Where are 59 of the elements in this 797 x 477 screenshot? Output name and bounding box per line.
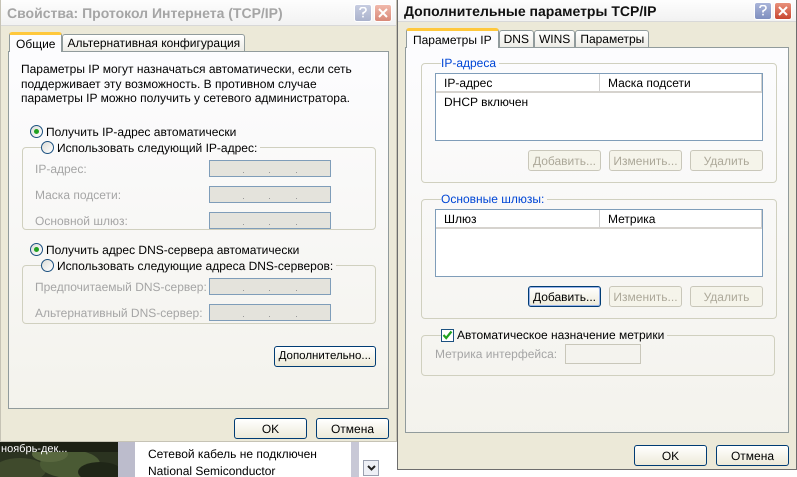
radio-button[interactable] bbox=[30, 243, 43, 256]
chevron-down-icon bbox=[366, 465, 376, 471]
field-label: Маска подсети: bbox=[35, 188, 122, 202]
list-button[interactable]: Добавить... bbox=[528, 286, 601, 307]
tab[interactable]: Альтернативная конфигурация bbox=[62, 34, 246, 51]
thumbnail-caption: ноябрь-дек... bbox=[1, 443, 68, 455]
help-button[interactable] bbox=[754, 2, 772, 20]
checkbox[interactable] bbox=[441, 328, 454, 342]
list-cell[interactable]: DHCP включен bbox=[444, 95, 608, 109]
list-item[interactable]: Сетевой кабель не подключен bbox=[148, 446, 348, 463]
field-label: IP-адрес: bbox=[35, 162, 88, 176]
close-icon bbox=[778, 6, 788, 16]
field-label: Основной шлюз: bbox=[35, 214, 129, 228]
sidebar-strip bbox=[118, 442, 135, 477]
list-box[interactable]: IP-адрес Маска подсети DHCP включен bbox=[435, 73, 763, 141]
column-header[interactable]: IP-адрес bbox=[436, 74, 600, 91]
radio-button[interactable] bbox=[41, 259, 54, 272]
column-header[interactable]: Шлюз bbox=[436, 210, 600, 227]
ip-address-field[interactable] bbox=[209, 186, 331, 203]
window-title: Дополнительные параметры TCP/IP bbox=[404, 2, 658, 18]
radio-label: Получить IP-адрес автоматически bbox=[46, 124, 236, 138]
radio-button[interactable] bbox=[41, 141, 54, 154]
tab[interactable]: WINS bbox=[534, 30, 576, 47]
dialog-button[interactable]: Отмена bbox=[716, 445, 789, 466]
field-label: Альтернативный DNS-сервер: bbox=[35, 306, 204, 320]
help-icon bbox=[759, 5, 767, 16]
metric-field[interactable] bbox=[565, 344, 641, 364]
ip-address-field[interactable] bbox=[209, 212, 331, 229]
list-item[interactable]: National Semiconductor bbox=[148, 463, 348, 477]
field-label: Метрика интерфейса: bbox=[435, 347, 558, 361]
field-label: Предпочитаемый DNS-сервер: bbox=[35, 280, 208, 294]
list-box[interactable]: Шлюз Метрика bbox=[435, 209, 763, 277]
column-header[interactable]: Маска подсети bbox=[600, 74, 762, 91]
dropdown-button[interactable] bbox=[363, 460, 379, 476]
radio-label: Получить адрес DNS-сервера автоматически bbox=[46, 242, 300, 256]
close-button[interactable] bbox=[774, 2, 792, 20]
radio-label: Использовать следующие адреса DNS-серверов: bbox=[57, 258, 334, 272]
tab[interactable]: DNS bbox=[498, 30, 534, 47]
ip-address-field[interactable] bbox=[209, 278, 331, 295]
group-title: Основные шлюзы: bbox=[441, 192, 546, 206]
radio-label: Использовать следующий IP-адрес: bbox=[57, 140, 258, 154]
tab[interactable]: Параметры bbox=[575, 30, 650, 47]
ip-address-field[interactable] bbox=[209, 304, 331, 321]
tab[interactable]: Параметры IP bbox=[406, 28, 499, 48]
description-text: Параметры IP могут назначаться автоматически, если сеть поддерживает эту возможность. В противном случае параметры IP можно получить у сетевого администратора. bbox=[21, 62, 353, 106]
group-title: IP-адреса bbox=[441, 56, 498, 70]
close-icon bbox=[378, 8, 388, 18]
window-title: Свойства: Протокол Интернета (TCP/IP) bbox=[7, 4, 284, 20]
radio-button[interactable] bbox=[30, 125, 43, 138]
column-header[interactable]: Метрика bbox=[600, 210, 762, 227]
ip-address-field[interactable] bbox=[209, 160, 331, 177]
dialog-button[interactable]: OK bbox=[234, 418, 307, 439]
help-icon bbox=[359, 7, 367, 18]
scrollbar-track bbox=[351, 442, 359, 477]
tab[interactable]: Общие bbox=[9, 32, 62, 52]
dialog-button[interactable]: OK bbox=[634, 445, 707, 466]
advanced-button[interactable]: Дополнительно... bbox=[274, 346, 376, 366]
checkbox-label: Автоматическое назначение метрики bbox=[457, 328, 664, 342]
dialog-button[interactable]: Отмена bbox=[316, 418, 389, 439]
